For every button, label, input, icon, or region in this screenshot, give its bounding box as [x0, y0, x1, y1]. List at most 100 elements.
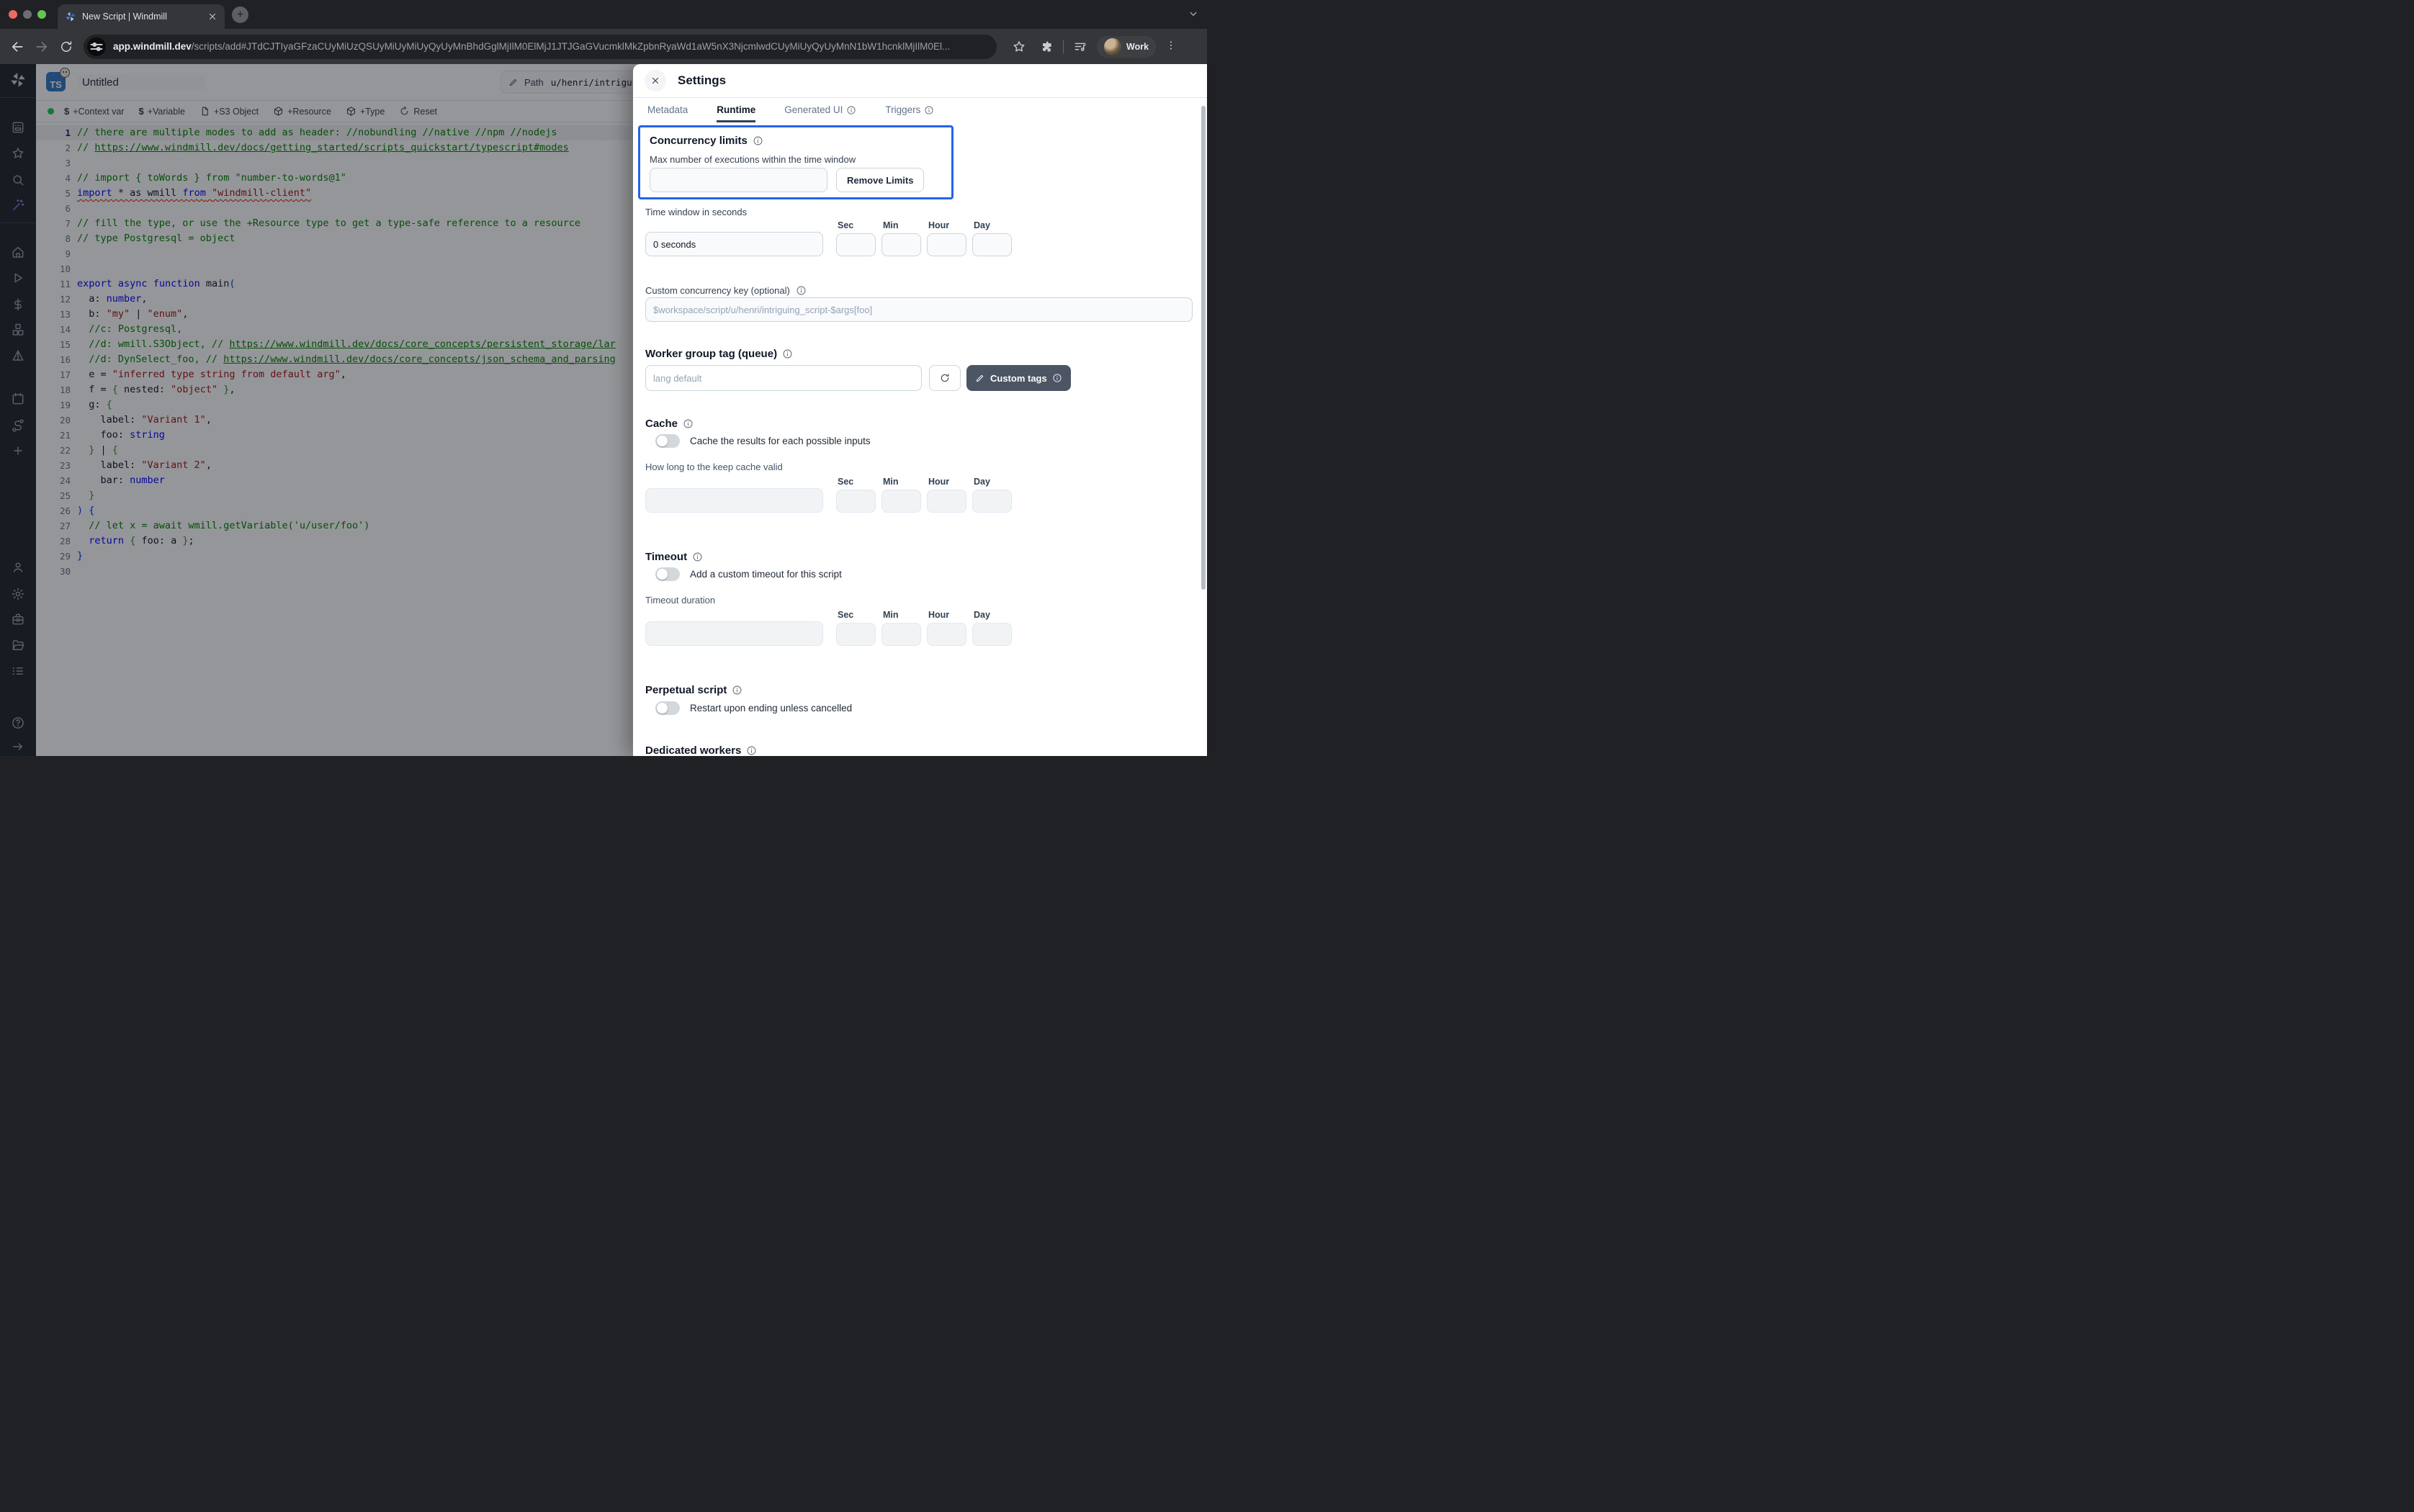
concurrency-heading: Concurrency limits [650, 135, 763, 147]
minimize-window-button[interactable] [23, 10, 32, 19]
timeout-toggle[interactable] [655, 567, 680, 581]
unit-input-day[interactable] [972, 233, 1012, 256]
profile-button[interactable]: Work [1097, 36, 1156, 58]
concurrency-limits-box: Concurrency limits Max number of executi… [638, 125, 954, 199]
info-icon [924, 105, 934, 115]
cache-toggle-label: Cache the results for each possible inpu… [690, 436, 871, 446]
url-path: /scripts/add#JTdCJTIyaGFzaCUyMiUzQSUyMiU… [192, 41, 950, 52]
unit-label: Min [881, 477, 921, 487]
tab-generated-ui[interactable]: Generated UI [784, 98, 856, 122]
remove-limits-button[interactable]: Remove Limits [836, 168, 924, 192]
duration-display-input [645, 488, 823, 513]
media-controls-icon[interactable] [1073, 40, 1087, 54]
unit-input-sec[interactable] [836, 233, 876, 256]
info-icon[interactable] [683, 418, 694, 429]
tab-metadata[interactable]: Metadata [647, 98, 688, 122]
info-icon[interactable] [753, 135, 763, 146]
browser-toolbar: app.windmill.dev/scripts/add#JTdCJTIyaGF… [0, 29, 1207, 64]
timeout-duration-label: Timeout duration [645, 595, 715, 606]
profile-label: Work [1126, 42, 1149, 52]
time-window-label: Time window in seconds [645, 207, 747, 217]
address-bar[interactable]: app.windmill.dev/scripts/add#JTdCJTIyaGF… [84, 35, 997, 59]
zoom-window-button[interactable] [37, 10, 46, 19]
refresh-icon [939, 372, 951, 384]
unit-label: Day [972, 610, 1012, 620]
max-executions-input[interactable] [650, 168, 827, 192]
unit-label: Hour [927, 610, 966, 620]
unit-input-day [972, 623, 1012, 646]
screen: New Script | Windmill + app.windmill.dev… [0, 0, 1207, 756]
timeout-toggle-label: Add a custom timeout for this script [690, 569, 842, 580]
pencil-icon [975, 373, 985, 383]
unit-label: Min [881, 220, 921, 230]
tab-strip: New Script | Windmill + [0, 0, 1207, 29]
unit-input-min[interactable] [881, 233, 921, 256]
cache-toggle[interactable] [655, 434, 680, 448]
cache-heading: Cache [645, 418, 694, 430]
timeout-duration-units: Sec Min Hour Day [645, 610, 1018, 646]
windmill-favicon [65, 11, 76, 22]
perpetual-heading: Perpetual script [645, 684, 742, 696]
dedicated-workers-heading: Dedicated workers [645, 744, 757, 756]
worker-group-heading: Worker group tag (queue) [645, 348, 793, 360]
drawer-scrollbar-thumb[interactable] [1201, 106, 1206, 590]
unit-label: Sec [836, 477, 876, 487]
tab-runtime[interactable]: Runtime [717, 98, 755, 122]
info-icon[interactable] [732, 685, 742, 696]
custom-tags-button[interactable]: Custom tags [966, 365, 1071, 391]
info-icon[interactable] [692, 552, 703, 562]
close-window-button[interactable] [9, 10, 17, 19]
unit-label: Sec [836, 610, 876, 620]
unit-input-hour[interactable] [927, 233, 966, 256]
close-settings-button[interactable] [645, 70, 666, 91]
forward-icon[interactable] [35, 40, 49, 54]
tab-search-chevron-icon[interactable] [1187, 7, 1200, 20]
unit-label: Min [881, 610, 921, 620]
drawer-header: Settings [633, 64, 1207, 98]
custom-key-label: Custom concurrency key (optional) [645, 285, 807, 296]
info-icon[interactable] [746, 745, 757, 756]
info-icon[interactable] [796, 285, 807, 296]
unit-label: Sec [836, 220, 876, 230]
drawer-title: Settings [678, 73, 726, 88]
menu-kebab-icon[interactable] [1165, 40, 1177, 54]
unit-input-day [972, 490, 1012, 513]
perpetual-toggle[interactable] [655, 701, 680, 715]
bookmark-star-icon[interactable] [1012, 40, 1026, 54]
unit-label: Day [972, 477, 1012, 487]
tab-close-icon[interactable] [207, 11, 217, 22]
duration-display-input [645, 621, 823, 646]
worker-group-tag-input[interactable] [645, 365, 922, 391]
time-window-units: Sec Min Hour Day [645, 220, 1018, 256]
cache-duration-units: Sec Min Hour Day [645, 477, 1018, 513]
perpetual-toggle-label: Restart upon ending unless cancelled [690, 703, 852, 714]
tab-title: New Script | Windmill [82, 12, 207, 22]
profile-avatar [1104, 38, 1121, 55]
reload-icon[interactable] [59, 40, 73, 54]
unit-input-sec [836, 490, 876, 513]
info-icon[interactable] [782, 348, 793, 359]
back-icon[interactable] [10, 40, 24, 54]
tab-triggers[interactable]: Triggers [885, 98, 934, 122]
browser-tab[interactable]: New Script | Windmill [58, 4, 225, 29]
unit-input-hour [927, 490, 966, 513]
info-icon [846, 105, 856, 115]
duration-display-input[interactable] [645, 232, 823, 256]
browser-chrome: New Script | Windmill + app.windmill.dev… [0, 0, 1207, 64]
site-settings-icon[interactable] [87, 37, 106, 56]
unit-label: Hour [927, 477, 966, 487]
new-tab-button[interactable]: + [232, 6, 248, 23]
url-domain: app.windmill.dev [113, 41, 192, 52]
divider [1063, 40, 1064, 54]
extensions-icon[interactable] [1039, 40, 1054, 54]
max-executions-label: Max number of executions within the time… [650, 154, 856, 165]
close-icon [650, 76, 660, 86]
unit-input-sec [836, 623, 876, 646]
unit-input-hour [927, 623, 966, 646]
unit-label: Day [972, 220, 1012, 230]
cache-duration-label: How long to the keep cache valid [645, 462, 783, 472]
settings-drawer: Settings Metadata Runtime Generated UI Trig… [633, 64, 1207, 756]
custom-concurrency-key-input[interactable] [645, 297, 1193, 322]
unit-label: Hour [927, 220, 966, 230]
refresh-tags-button[interactable] [929, 365, 961, 391]
